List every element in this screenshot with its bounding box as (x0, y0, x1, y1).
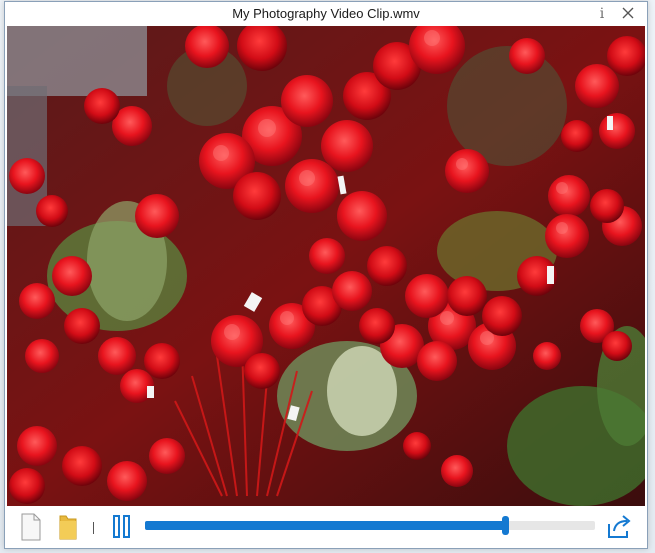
seek-bar-progress (145, 521, 505, 530)
video-frame-image (7, 26, 645, 506)
folder-icon[interactable] (58, 513, 80, 546)
video-frame[interactable] (7, 26, 645, 506)
seek-bar[interactable] (145, 516, 595, 535)
playback-controls (5, 507, 647, 548)
info-icon[interactable]: i (596, 5, 608, 23)
separator (93, 522, 94, 534)
seek-bar-handle[interactable] (502, 516, 509, 535)
close-icon[interactable] (618, 5, 638, 23)
pause-icon[interactable] (111, 514, 133, 545)
share-icon[interactable] (605, 514, 633, 545)
window-title: My Photography Video Clip.wmv (232, 6, 420, 21)
title-bar: My Photography Video Clip.wmv i (5, 2, 647, 26)
video-player-window: My Photography Video Clip.wmv i (4, 1, 648, 549)
blank-file-icon[interactable] (20, 513, 42, 546)
